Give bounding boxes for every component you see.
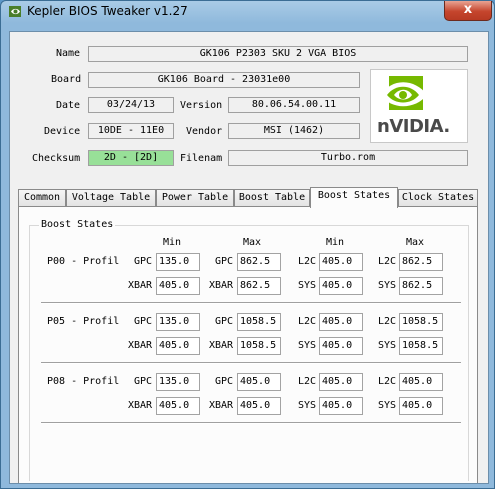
field-label: SYS bbox=[378, 400, 397, 411]
field-label: GPC bbox=[215, 376, 234, 387]
p05-sys-max-input[interactable]: 1058.5 bbox=[399, 337, 443, 355]
window-title: Kepler BIOS Tweaker v1.27 bbox=[27, 4, 188, 18]
p05-sys-min-input[interactable]: 405.0 bbox=[319, 337, 363, 355]
p00-gpc-max-input[interactable]: 862.5 bbox=[237, 253, 281, 271]
p00-xbar-min-input[interactable]: 405.0 bbox=[156, 277, 200, 295]
tab-common[interactable]: Common bbox=[18, 189, 66, 206]
row-separator bbox=[41, 302, 461, 304]
field-label: SYS bbox=[298, 280, 317, 291]
filename-field[interactable]: Turbo.rom bbox=[228, 150, 468, 166]
p00-sys-max-input[interactable]: 862.5 bbox=[399, 277, 443, 295]
field-label: GPC bbox=[134, 256, 153, 267]
device-field[interactable]: 10DE - 11E0 bbox=[88, 123, 174, 139]
checksum-label: Checksum bbox=[32, 153, 81, 164]
tab-strip: Common Voltage Table Power Table Boost T… bbox=[18, 187, 478, 208]
p08-l2c-max-input[interactable]: 405.0 bbox=[399, 373, 443, 391]
boost-states-panel: Boost States Min Max Min Max P00 - Profi… bbox=[18, 206, 478, 483]
board-field[interactable]: GK106 Board - 23031e00 bbox=[88, 72, 360, 88]
name-field[interactable]: GK106 P2303 SKU 2 VGA BIOS bbox=[88, 46, 468, 62]
field-label: SYS bbox=[378, 340, 397, 351]
field-label: XBAR bbox=[128, 280, 153, 291]
p05-gpc-max-input[interactable]: 1058.5 bbox=[237, 313, 281, 331]
group-title: Boost States bbox=[39, 219, 116, 230]
version-label: Version bbox=[180, 100, 223, 111]
field-label: L2C bbox=[298, 376, 317, 387]
col-header-max-2: Max bbox=[406, 237, 425, 248]
p05-xbar-min-input[interactable]: 405.0 bbox=[156, 337, 200, 355]
p08-sys-max-input[interactable]: 405.0 bbox=[399, 397, 443, 415]
field-label: SYS bbox=[378, 280, 397, 291]
col-header-max-1: Max bbox=[243, 237, 262, 248]
col-header-min-2: Min bbox=[326, 237, 345, 248]
tab-voltage-table[interactable]: Voltage Table bbox=[66, 189, 156, 206]
field-label: SYS bbox=[298, 340, 317, 351]
tab-boost-table[interactable]: Boost Table bbox=[234, 189, 310, 206]
device-label: Device bbox=[44, 126, 81, 137]
board-label: Board bbox=[51, 74, 82, 85]
p00-sys-min-input[interactable]: 405.0 bbox=[319, 277, 363, 295]
profile-label-p05: P05 - Profil bbox=[47, 316, 120, 327]
row-separator bbox=[41, 362, 461, 364]
field-label: XBAR bbox=[128, 400, 153, 411]
nvidia-logo: nVIDIA. bbox=[370, 69, 468, 143]
field-label: SYS bbox=[298, 400, 317, 411]
p08-l2c-min-input[interactable]: 405.0 bbox=[319, 373, 363, 391]
col-header-min-1: Min bbox=[163, 237, 182, 248]
p00-l2c-min-input[interactable]: 405.0 bbox=[319, 253, 363, 271]
field-label: GPC bbox=[134, 376, 153, 387]
filename-label: Filenam bbox=[180, 153, 223, 164]
version-field[interactable]: 80.06.54.00.11 bbox=[228, 97, 360, 113]
p08-xbar-max-input[interactable]: 405.0 bbox=[237, 397, 281, 415]
field-label: L2C bbox=[298, 256, 317, 267]
app-icon bbox=[9, 6, 21, 17]
profile-label-p00: P00 - Profil bbox=[47, 256, 120, 267]
p08-gpc-min-input[interactable]: 135.0 bbox=[156, 373, 200, 391]
field-label: XBAR bbox=[209, 340, 234, 351]
field-label: L2C bbox=[378, 256, 397, 267]
field-label: L2C bbox=[378, 376, 397, 387]
field-label: GPC bbox=[215, 256, 234, 267]
close-button[interactable]: x bbox=[444, 1, 492, 21]
field-label: GPC bbox=[134, 316, 153, 327]
field-label: XBAR bbox=[128, 340, 153, 351]
p00-gpc-min-input[interactable]: 135.0 bbox=[156, 253, 200, 271]
title-bar[interactable]: Kepler BIOS Tweaker v1.27 x bbox=[1, 1, 494, 23]
field-label: XBAR bbox=[209, 400, 234, 411]
p05-xbar-max-input[interactable]: 1058.5 bbox=[237, 337, 281, 355]
date-label: Date bbox=[56, 100, 81, 111]
checksum-field: 2D - [2D] bbox=[88, 150, 174, 166]
p00-xbar-max-input[interactable]: 862.5 bbox=[237, 277, 281, 295]
tab-boost-states[interactable]: Boost States bbox=[310, 187, 398, 208]
field-label: L2C bbox=[298, 316, 317, 327]
app-window: Kepler BIOS Tweaker v1.27 x Name GK106 P… bbox=[0, 0, 495, 489]
p05-l2c-max-input[interactable]: 1058.5 bbox=[399, 313, 443, 331]
nvidia-wordmark: nVIDIA. bbox=[377, 116, 450, 137]
tab-power-table[interactable]: Power Table bbox=[156, 189, 234, 206]
field-label: L2C bbox=[378, 316, 397, 327]
p00-l2c-max-input[interactable]: 862.5 bbox=[399, 253, 443, 271]
p05-l2c-min-input[interactable]: 405.0 bbox=[319, 313, 363, 331]
p08-gpc-max-input[interactable]: 405.0 bbox=[237, 373, 281, 391]
client-area: Name GK106 P2303 SKU 2 VGA BIOS Board GK… bbox=[9, 31, 489, 484]
date-field[interactable]: 03/24/13 bbox=[88, 97, 174, 113]
p08-xbar-min-input[interactable]: 405.0 bbox=[156, 397, 200, 415]
field-label: GPC bbox=[215, 316, 234, 327]
field-label: XBAR bbox=[209, 280, 234, 291]
vendor-label: Vendor bbox=[186, 126, 223, 137]
p08-sys-min-input[interactable]: 405.0 bbox=[319, 397, 363, 415]
profile-label-p08: P08 - Profil bbox=[47, 376, 120, 387]
p05-gpc-min-input[interactable]: 135.0 bbox=[156, 313, 200, 331]
name-label: Name bbox=[56, 48, 81, 59]
row-separator bbox=[41, 422, 461, 424]
tab-clock-states[interactable]: Clock States bbox=[398, 189, 478, 206]
vendor-field[interactable]: MSI (1462) bbox=[228, 123, 360, 139]
